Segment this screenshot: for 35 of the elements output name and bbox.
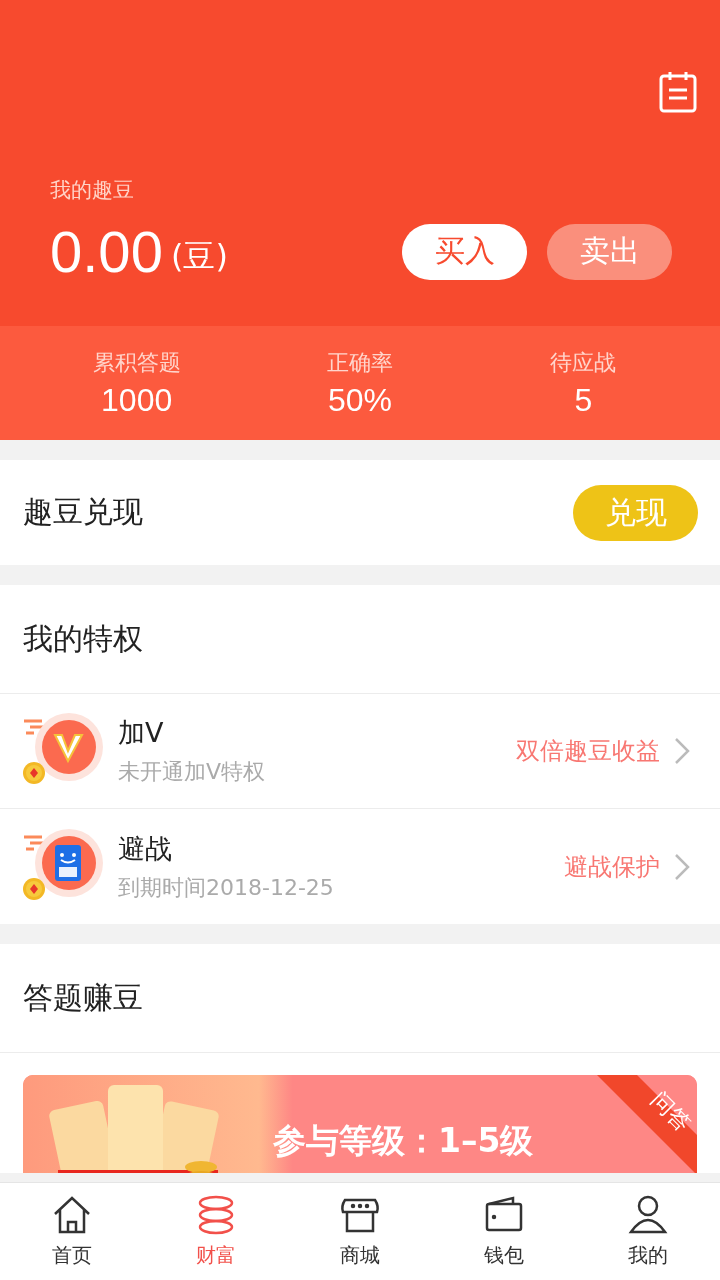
- chevron-right-icon: [674, 737, 690, 765]
- stat-value: 50%: [327, 381, 392, 419]
- tab-item[interactable]: 我的: [576, 1183, 720, 1280]
- notepad-icon[interactable]: [658, 70, 698, 114]
- coin-icon: [22, 876, 46, 901]
- stat-label: 累积答题: [92, 348, 181, 377]
- tab-item[interactable]: 商城: [288, 1183, 432, 1280]
- tab-item[interactable]: 首页: [0, 1183, 144, 1280]
- privilege-detail: 未开通加V特权: [118, 758, 266, 786]
- shield-badge-icon: [22, 826, 104, 899]
- section-title: 我的特权: [23, 619, 143, 658]
- privilege-detail: 到期时间2018-12-25: [118, 873, 334, 902]
- stat-label: 待应战: [550, 348, 617, 377]
- section-title: 答题赚豆: [23, 978, 143, 1017]
- vip-badge-icon: [22, 711, 104, 783]
- privilege-name: 避战: [118, 831, 173, 866]
- privilege-link[interactable]: 避战保护: [564, 850, 690, 883]
- stat-label: 正确率: [327, 348, 393, 377]
- balance-label: 我的趣豆: [50, 177, 135, 204]
- tab-item[interactable]: 钱包: [432, 1183, 576, 1280]
- sell-button[interactable]: 卖出: [547, 223, 672, 280]
- stat-value: 5: [574, 381, 593, 419]
- stat-value: 1000: [101, 381, 173, 419]
- privilege-name: 加V: [118, 716, 165, 750]
- coin-icon: [22, 761, 46, 785]
- banner-text: 参与等级：1–5级: [273, 1120, 534, 1162]
- tab-item[interactable]: 财富: [144, 1183, 288, 1280]
- balance-amount: 0.00: [50, 218, 163, 285]
- chevron-right-icon: [674, 852, 690, 881]
- section-title: 趣豆兑现: [23, 493, 143, 531]
- unit-label: (豆): [170, 235, 228, 277]
- privilege-link[interactable]: 双倍趣豆收益: [516, 735, 690, 767]
- ribbon-text: 问答: [647, 1088, 695, 1136]
- user-icon: [627, 1194, 669, 1236]
- buy-button[interactable]: 买入: [402, 223, 527, 280]
